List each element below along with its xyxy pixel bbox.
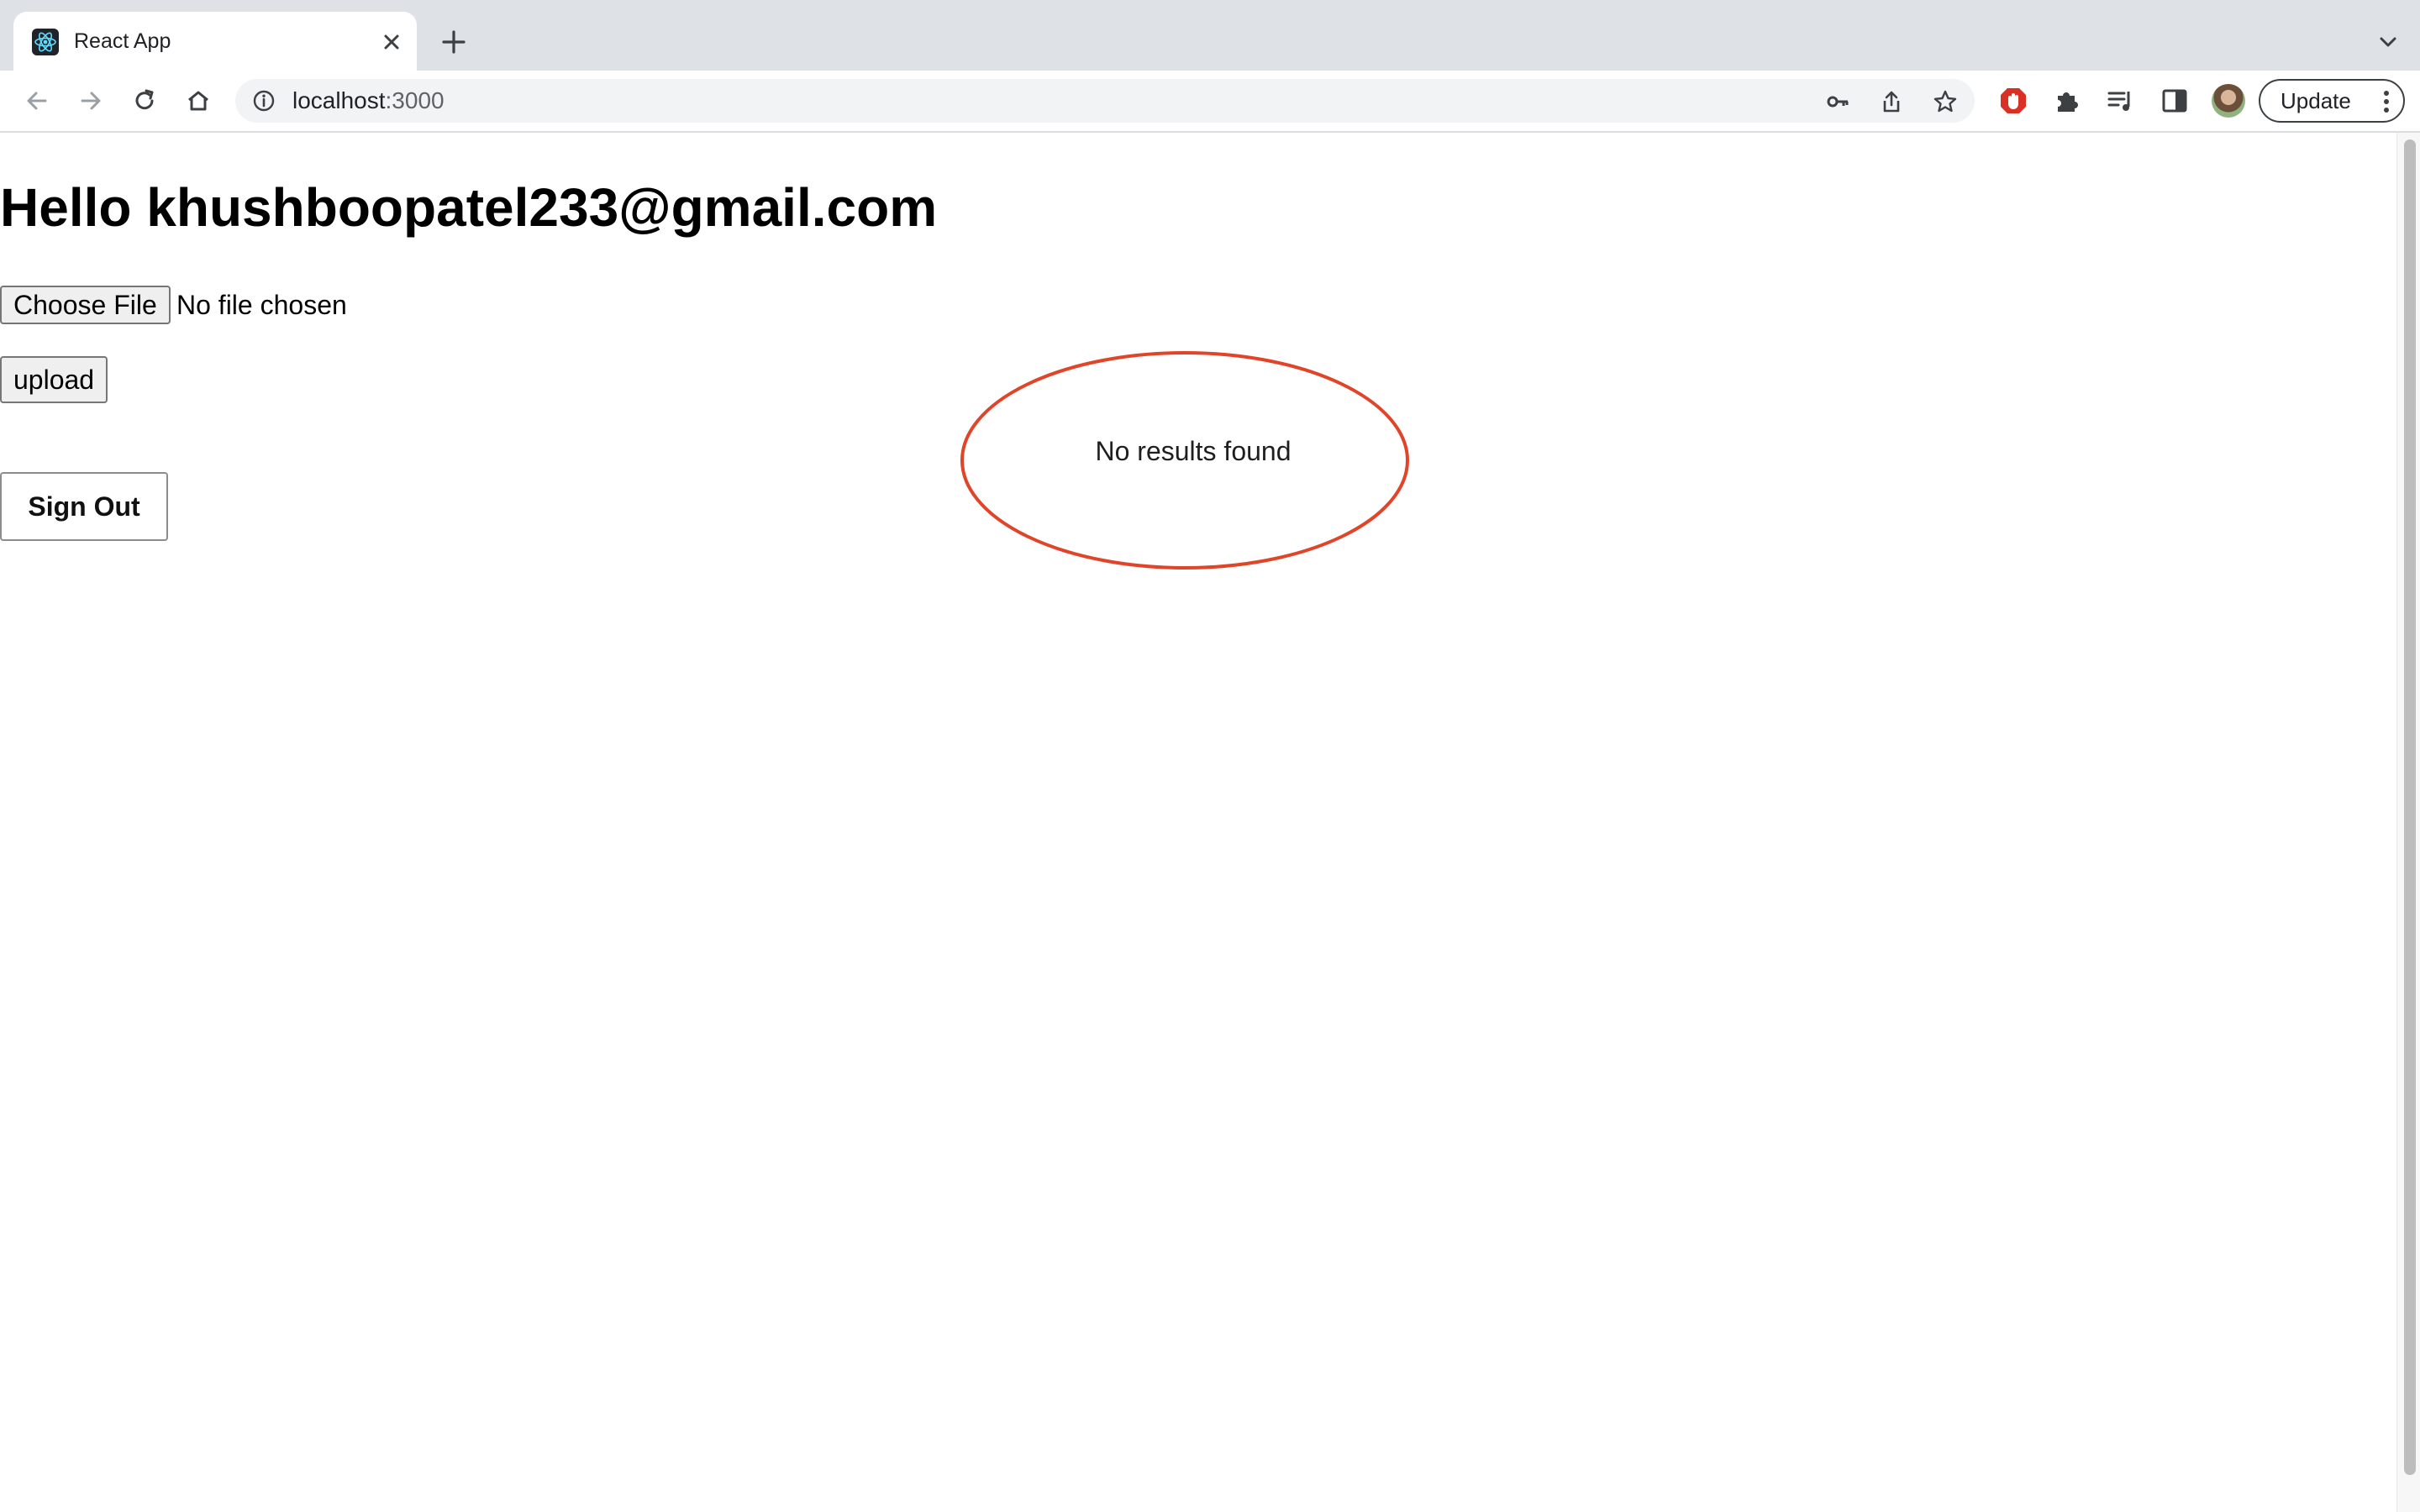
back-icon[interactable] bbox=[22, 86, 52, 116]
page-viewport: Hello khushboopatel233@gmail.com Choose … bbox=[0, 133, 2396, 1512]
choose-file-button[interactable]: Choose File bbox=[0, 286, 171, 324]
sidepanel-icon[interactable] bbox=[2160, 86, 2190, 116]
update-label: Update bbox=[2281, 88, 2351, 113]
no-results-text: No results found bbox=[1095, 436, 1292, 466]
browser-toolbar: localhost:3000 Update bbox=[0, 71, 2420, 133]
star-icon[interactable] bbox=[1933, 89, 1958, 114]
home-icon[interactable] bbox=[183, 86, 213, 116]
key-icon[interactable] bbox=[1825, 89, 1850, 114]
new-tab-icon[interactable] bbox=[439, 27, 469, 57]
share-icon[interactable] bbox=[1879, 89, 1904, 114]
url-host: localhost bbox=[292, 87, 386, 113]
vertical-scrollbar[interactable] bbox=[2396, 133, 2420, 1512]
tab-list-icon[interactable] bbox=[2375, 29, 2402, 55]
results-area: No results found bbox=[958, 349, 1412, 571]
kebab-icon[interactable] bbox=[2383, 91, 2390, 113]
forward-icon[interactable] bbox=[76, 86, 106, 116]
tab-strip: React App bbox=[0, 0, 2420, 71]
scrollbar-thumb[interactable] bbox=[2404, 139, 2416, 1475]
sign-out-button[interactable]: Sign Out bbox=[0, 472, 168, 541]
browser-tab[interactable]: React App bbox=[13, 12, 417, 71]
profile-avatar[interactable] bbox=[2212, 84, 2245, 118]
info-icon[interactable] bbox=[252, 89, 276, 113]
media-icon[interactable] bbox=[2106, 86, 2136, 116]
url-port: :3000 bbox=[385, 87, 445, 113]
file-status-text: No file chosen bbox=[176, 290, 347, 320]
greeting-heading: Hello khushboopatel233@gmail.com bbox=[0, 177, 938, 238]
react-icon bbox=[32, 29, 59, 55]
address-bar[interactable]: localhost:3000 bbox=[235, 79, 1975, 123]
url-text[interactable]: localhost:3000 bbox=[292, 79, 445, 123]
puzzle-icon[interactable] bbox=[2052, 86, 2082, 116]
tab-title: React App bbox=[74, 29, 171, 53]
reload-icon[interactable] bbox=[129, 86, 160, 116]
tab-close-icon[interactable] bbox=[378, 29, 405, 55]
adblock-icon[interactable] bbox=[1998, 86, 2028, 116]
upload-button[interactable]: upload bbox=[0, 356, 108, 403]
update-button[interactable]: Update bbox=[2259, 79, 2405, 123]
